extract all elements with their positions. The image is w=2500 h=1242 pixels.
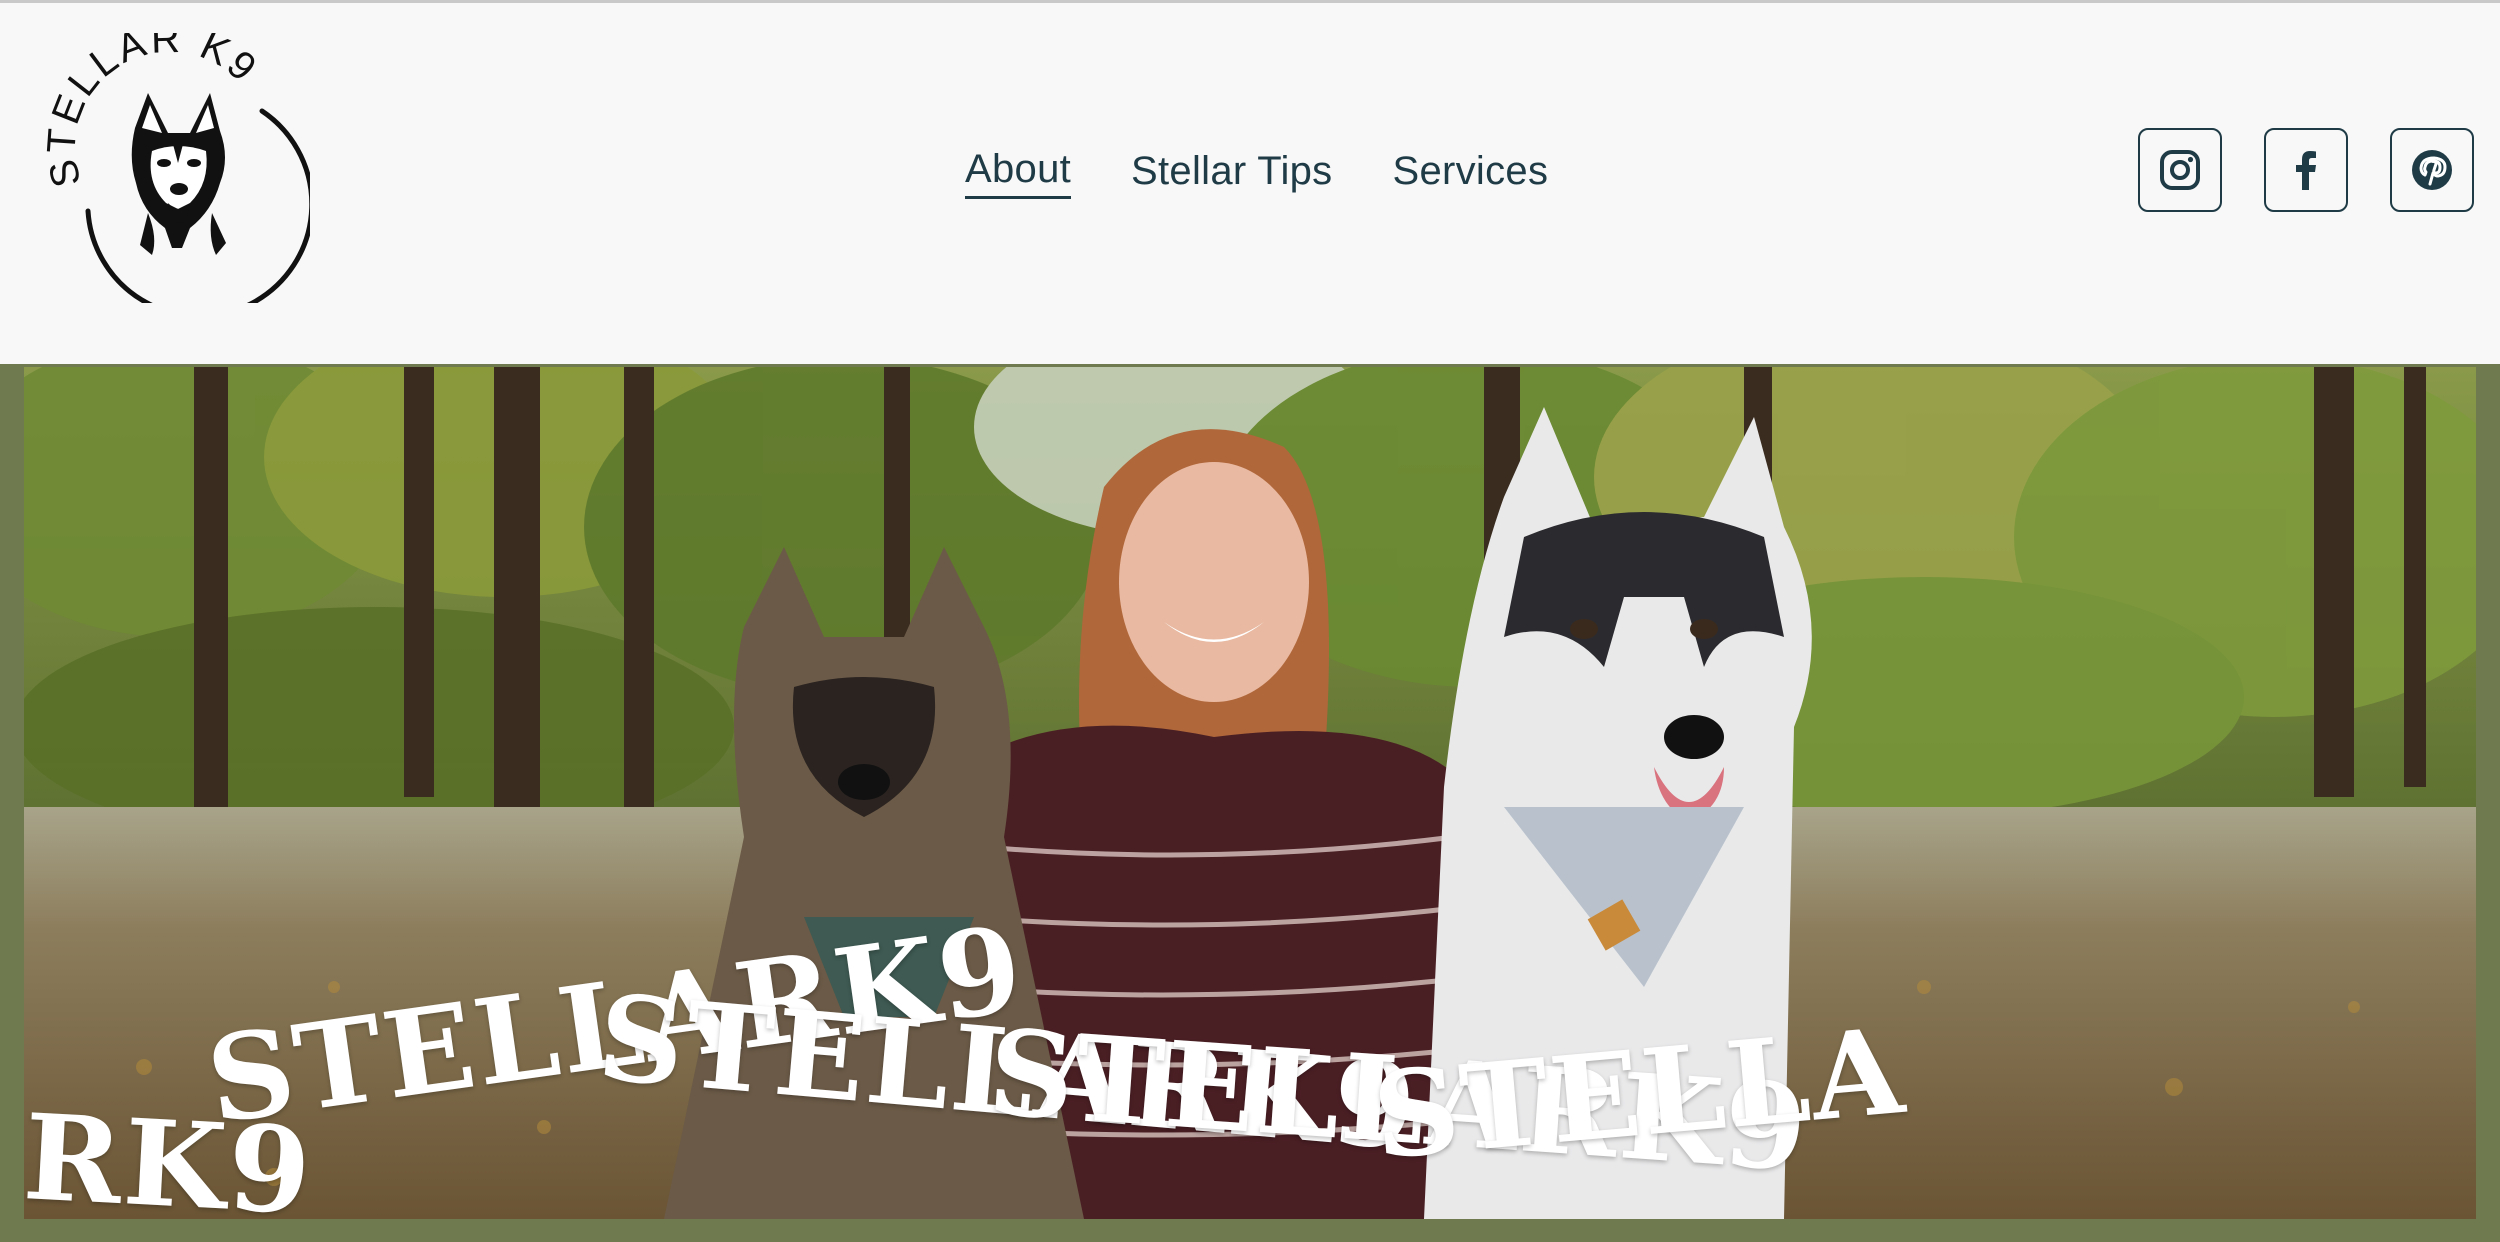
facebook-button[interactable]	[2264, 128, 2348, 212]
husky-logo-icon: STELLAR K9	[40, 33, 310, 303]
hero-banner: RK9 STELLARK9 STELLARK9 STELLARK9 STELLA	[24, 367, 2476, 1219]
facebook-icon	[2296, 151, 2316, 190]
site-logo[interactable]: STELLAR K9	[40, 33, 310, 303]
nav-stellar-tips[interactable]: Stellar Tips	[1131, 149, 1332, 198]
main-nav: About Stellar Tips Services	[965, 143, 1548, 203]
pinterest-button[interactable]	[2390, 128, 2474, 212]
instagram-icon	[2160, 150, 2200, 190]
nav-about[interactable]: About	[965, 147, 1072, 199]
pinterest-icon	[2412, 150, 2452, 190]
social-links	[2138, 128, 2474, 212]
nav-services[interactable]: Services	[1392, 149, 1548, 198]
site-header: STELLAR K9 About Stellar Tips Services	[0, 3, 2500, 364]
instagram-button[interactable]	[2138, 128, 2222, 212]
